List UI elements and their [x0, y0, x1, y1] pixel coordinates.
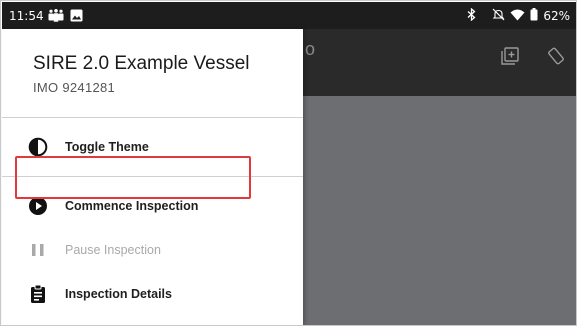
screen: 11:54 62% o SIRE 2.0 Example Vessel IMO … [0, 0, 577, 326]
battery-level: 62% [543, 9, 570, 23]
status-time: 11:54 [9, 9, 44, 23]
scrim-overlay[interactable] [303, 96, 576, 325]
vessel-name: SIRE 2.0 Example Vessel [33, 53, 250, 74]
menu-item-inspection-details[interactable]: Inspection Details [2, 274, 303, 314]
clipboard-icon [28, 284, 48, 304]
divider [2, 117, 303, 118]
menu-item-label: Commence Inspection [65, 199, 199, 213]
play-circle-icon [28, 196, 48, 216]
battery-icon [530, 8, 538, 24]
menu-item-label: Toggle Theme [65, 140, 149, 154]
highlight-box [15, 156, 251, 199]
teams-icon [48, 9, 64, 25]
vessel-imo: IMO 9241281 [33, 80, 116, 95]
wifi-icon [510, 9, 525, 24]
app-bar-title: o [305, 39, 316, 59]
mute-icon [492, 8, 505, 24]
bluetooth-icon [467, 7, 476, 24]
menu-item-label: Inspection Details [65, 287, 172, 301]
app-bar: o [303, 29, 576, 96]
menu-item-pause-inspection[interactable]: Pause Inspection [2, 230, 303, 270]
status-icons: 62% [467, 7, 570, 24]
pause-icon [28, 240, 48, 260]
contrast-icon [28, 137, 48, 157]
status-bar: 11:54 62% [2, 2, 576, 29]
menu-item-label: Pause Inspection [65, 243, 161, 257]
rotate-icon[interactable] [547, 47, 565, 70]
image-icon [70, 9, 83, 25]
add-box-icon[interactable] [501, 47, 519, 70]
